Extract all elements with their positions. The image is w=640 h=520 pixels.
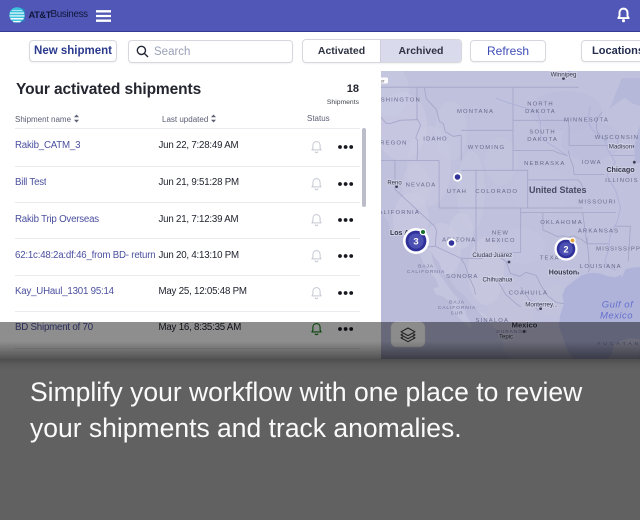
svg-text:WYOMING: WYOMING xyxy=(468,145,506,151)
svg-text:IOWA: IOWA xyxy=(582,160,602,166)
svg-text:UTAH: UTAH xyxy=(447,189,467,195)
svg-text:NORTH: NORTH xyxy=(527,102,554,108)
svg-text:SONORA: SONORA xyxy=(446,274,478,280)
svg-text:ILLINOIS: ILLINOIS xyxy=(605,178,638,184)
svg-text:Ciudad Juarez: Ciudad Juarez xyxy=(472,252,512,259)
svg-text:ARKANSAS: ARKANSAS xyxy=(578,229,619,235)
svg-text:Winnipeg: Winnipeg xyxy=(551,72,577,79)
svg-text:WISCONSIN: WISCONSIN xyxy=(595,135,639,141)
svg-text:DAKOTA: DAKOTA xyxy=(527,137,558,143)
svg-text:Reno: Reno xyxy=(387,181,402,187)
svg-text:BAJA: BAJA xyxy=(418,263,434,269)
svg-text:SUR: SUR xyxy=(450,311,463,317)
svg-text:COAHUILA: COAHUILA xyxy=(509,291,548,297)
svg-text:3: 3 xyxy=(413,236,418,247)
svg-text:CALIFORNIA: CALIFORNIA xyxy=(407,269,445,275)
svg-text:CALIFORNIA: CALIFORNIA xyxy=(438,305,476,311)
svg-text:MISSOURI: MISSOURI xyxy=(578,199,616,205)
svg-text:OREGON: OREGON xyxy=(381,141,408,147)
svg-text:MINNESOTA: MINNESOTA xyxy=(564,118,609,124)
svg-text:2: 2 xyxy=(563,244,568,254)
svg-text:er: er xyxy=(381,78,385,83)
svg-text:WASHINGTON: WASHINGTON xyxy=(381,98,421,104)
svg-text:OKLAHOMA: OKLAHOMA xyxy=(540,220,583,226)
svg-text:Chihuahua: Chihuahua xyxy=(483,276,513,283)
svg-text:DAKOTA: DAKOTA xyxy=(525,109,556,115)
svg-text:NEW: NEW xyxy=(492,231,509,237)
svg-text:NEVADA: NEVADA xyxy=(406,183,437,189)
svg-text:Mexico: Mexico xyxy=(600,310,633,321)
svg-text:MEXICO: MEXICO xyxy=(485,238,515,244)
svg-text:Chicago: Chicago xyxy=(606,165,635,174)
svg-text:CALIFORNIA: CALIFORNIA xyxy=(381,210,420,216)
svg-text:IDAHO: IDAHO xyxy=(423,136,447,142)
svg-text:MISSISSIPPI: MISSISSIPPI xyxy=(596,246,640,252)
svg-text:United States: United States xyxy=(529,185,587,195)
svg-text:BAJA: BAJA xyxy=(449,300,465,306)
svg-text:SOUTH: SOUTH xyxy=(529,130,555,136)
svg-text:LOUISIANA: LOUISIANA xyxy=(580,264,622,270)
svg-text:Monterrey...: Monterrey... xyxy=(525,301,558,308)
svg-text:NEBRASKA: NEBRASKA xyxy=(524,161,565,167)
svg-text:Gulf of: Gulf of xyxy=(602,300,634,311)
svg-text:Madison: Madison xyxy=(609,144,633,151)
svg-text:MONTANA: MONTANA xyxy=(457,109,494,115)
svg-text:COLORADO: COLORADO xyxy=(475,189,518,195)
svg-text:Houston: Houston xyxy=(549,269,577,276)
